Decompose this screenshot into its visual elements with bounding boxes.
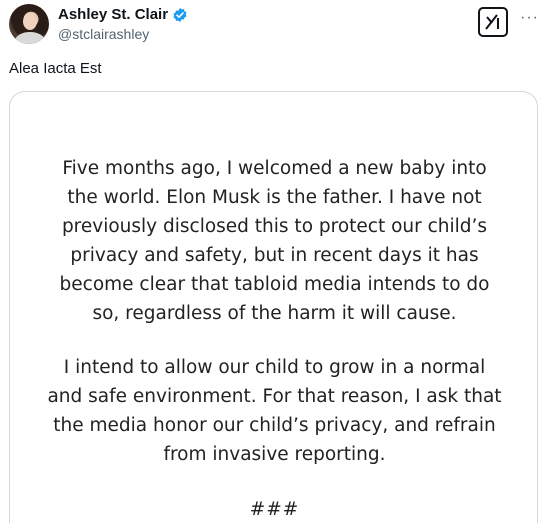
- media-card[interactable]: Five months ago, I welcomed a new baby i…: [9, 91, 538, 523]
- statement-image: Five months ago, I welcomed a new baby i…: [10, 154, 539, 523]
- grok-icon: [485, 14, 499, 30]
- statement-closing: ###: [249, 499, 300, 520]
- grok-button[interactable]: [478, 7, 508, 37]
- verified-badge-icon: [172, 7, 188, 23]
- name-row: Ashley St. Clair: [58, 6, 188, 23]
- more-options-icon[interactable]: ···: [520, 9, 539, 27]
- tweet-header: Ashley St. Clair @stclairashley ···: [0, 0, 550, 50]
- display-name[interactable]: Ashley St. Clair: [58, 6, 168, 23]
- avatar-face: [23, 13, 37, 30]
- handle[interactable]: @stclairashley: [58, 26, 149, 42]
- avatar-shoulder: [15, 32, 45, 44]
- statement-paragraph-1: Five months ago, I welcomed a new baby i…: [59, 158, 490, 324]
- avatar[interactable]: [9, 4, 49, 44]
- statement-paragraph-2: I intend to allow our child to grow in a…: [47, 357, 502, 465]
- tweet-text: Alea Iacta Est: [9, 60, 102, 77]
